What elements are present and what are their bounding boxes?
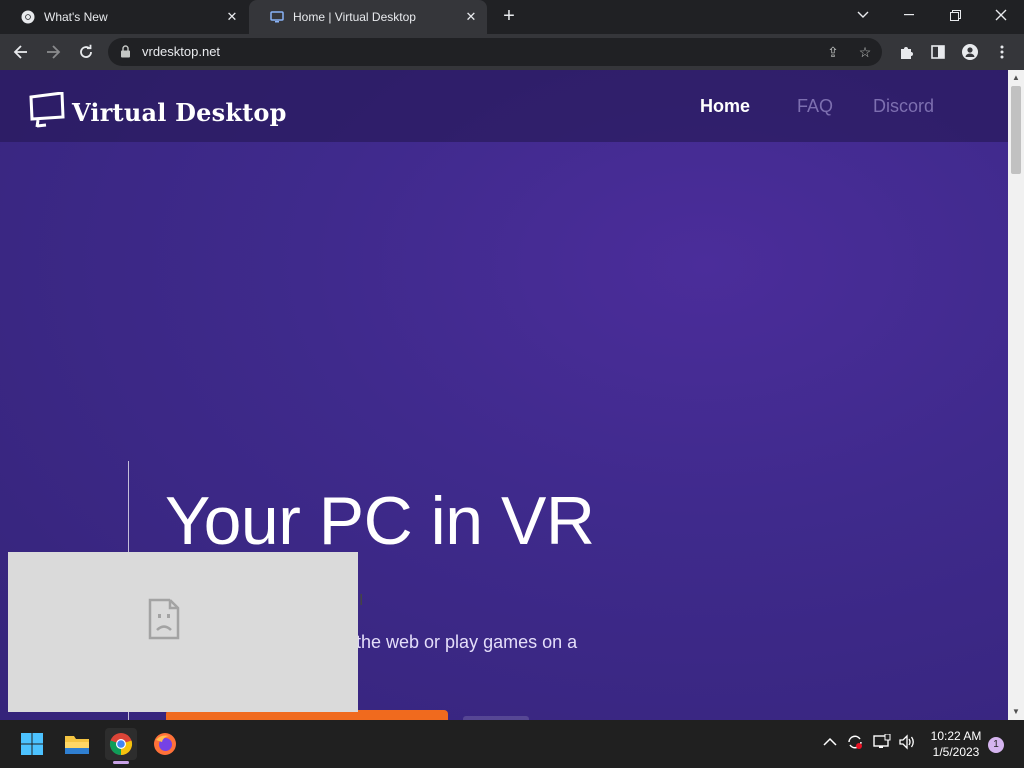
url-text[interactable]: vrdesktop.net [142, 44, 220, 59]
text-cursor-icon: I [359, 592, 364, 609]
active-app-indicator [113, 761, 129, 764]
close-tab-icon[interactable]: ✕ [224, 9, 240, 25]
windows-start-icon[interactable] [16, 728, 48, 760]
nav-faq-link[interactable]: FAQ [797, 96, 833, 117]
bookmark-star-icon[interactable]: ☆ [856, 43, 874, 61]
file-explorer-icon[interactable] [61, 728, 93, 760]
share-icon[interactable]: ⇪ [824, 43, 842, 61]
chrome-icon [20, 9, 36, 25]
tab-search-icon[interactable] [840, 0, 886, 30]
close-window-icon[interactable] [978, 0, 1024, 30]
extensions-icon[interactable] [894, 40, 918, 64]
minimize-icon[interactable] [886, 0, 932, 30]
show-hidden-icons-icon[interactable] [823, 734, 837, 750]
hero-title: Your PC in VR [165, 483, 595, 559]
back-icon[interactable] [9, 40, 33, 64]
nav-home-link[interactable]: Home [700, 96, 750, 117]
clock-time: 10:22 AM [930, 729, 982, 743]
side-panel-icon[interactable] [926, 40, 950, 64]
clock-date: 1/5/2023 [932, 745, 980, 759]
nav-discord-link[interactable]: Discord [873, 96, 934, 117]
brand-name: Virtual Desktop [72, 98, 287, 127]
tab-whats-new[interactable]: What's New ✕ [0, 0, 248, 34]
broken-preview-panel [8, 552, 358, 712]
tab-home-virtual-desktop[interactable]: Home | Virtual Desktop ✕ [249, 0, 487, 34]
notification-badge[interactable]: 1 [988, 737, 1004, 753]
menu-kebab-icon[interactable] [990, 40, 1014, 64]
sad-document-icon [148, 598, 180, 645]
scroll-up-icon[interactable]: ▲ [1008, 70, 1024, 86]
sync-status-icon[interactable] [846, 734, 864, 753]
scrollbar-thumb[interactable] [1011, 86, 1021, 174]
system-clock[interactable]: 10:22 AM 1/5/2023 [924, 728, 988, 760]
chrome-taskbar-icon[interactable] [105, 728, 137, 760]
new-tab-button[interactable]: + [498, 6, 520, 28]
volume-icon[interactable] [898, 734, 916, 753]
monitor-icon [269, 9, 285, 25]
page-scrollbar[interactable]: ▲ ▼ [1008, 70, 1024, 720]
network-icon[interactable] [873, 733, 891, 753]
profile-icon[interactable] [958, 40, 982, 64]
tab-title: Home | Virtual Desktop [293, 10, 416, 24]
browser-toolbar: vrdesktop.net ⇪ ☆ [0, 34, 1024, 70]
firefox-icon[interactable] [149, 728, 181, 760]
monitor-logo-icon [28, 91, 66, 133]
hero-subtitle: the web or play games on a [356, 632, 578, 652]
address-bar[interactable]: vrdesktop.net ⇪ ☆ [108, 38, 882, 66]
scroll-down-icon[interactable]: ▼ [1008, 704, 1024, 720]
reload-icon[interactable] [74, 40, 98, 64]
windows-taskbar: 10:22 AM 1/5/2023 [0, 720, 1024, 768]
tab-title: What's New [44, 10, 108, 24]
lock-icon[interactable] [120, 45, 131, 63]
site-header: Virtual Desktop Home FAQ Discord [0, 70, 1008, 142]
tab-strip: What's New ✕ Home | Virtual Desktop ✕ + [0, 0, 1024, 34]
forward-icon[interactable] [41, 40, 65, 64]
site-logo[interactable]: Virtual Desktop [28, 91, 287, 133]
close-tab-icon[interactable]: ✕ [463, 9, 479, 25]
restore-icon[interactable] [932, 0, 978, 30]
